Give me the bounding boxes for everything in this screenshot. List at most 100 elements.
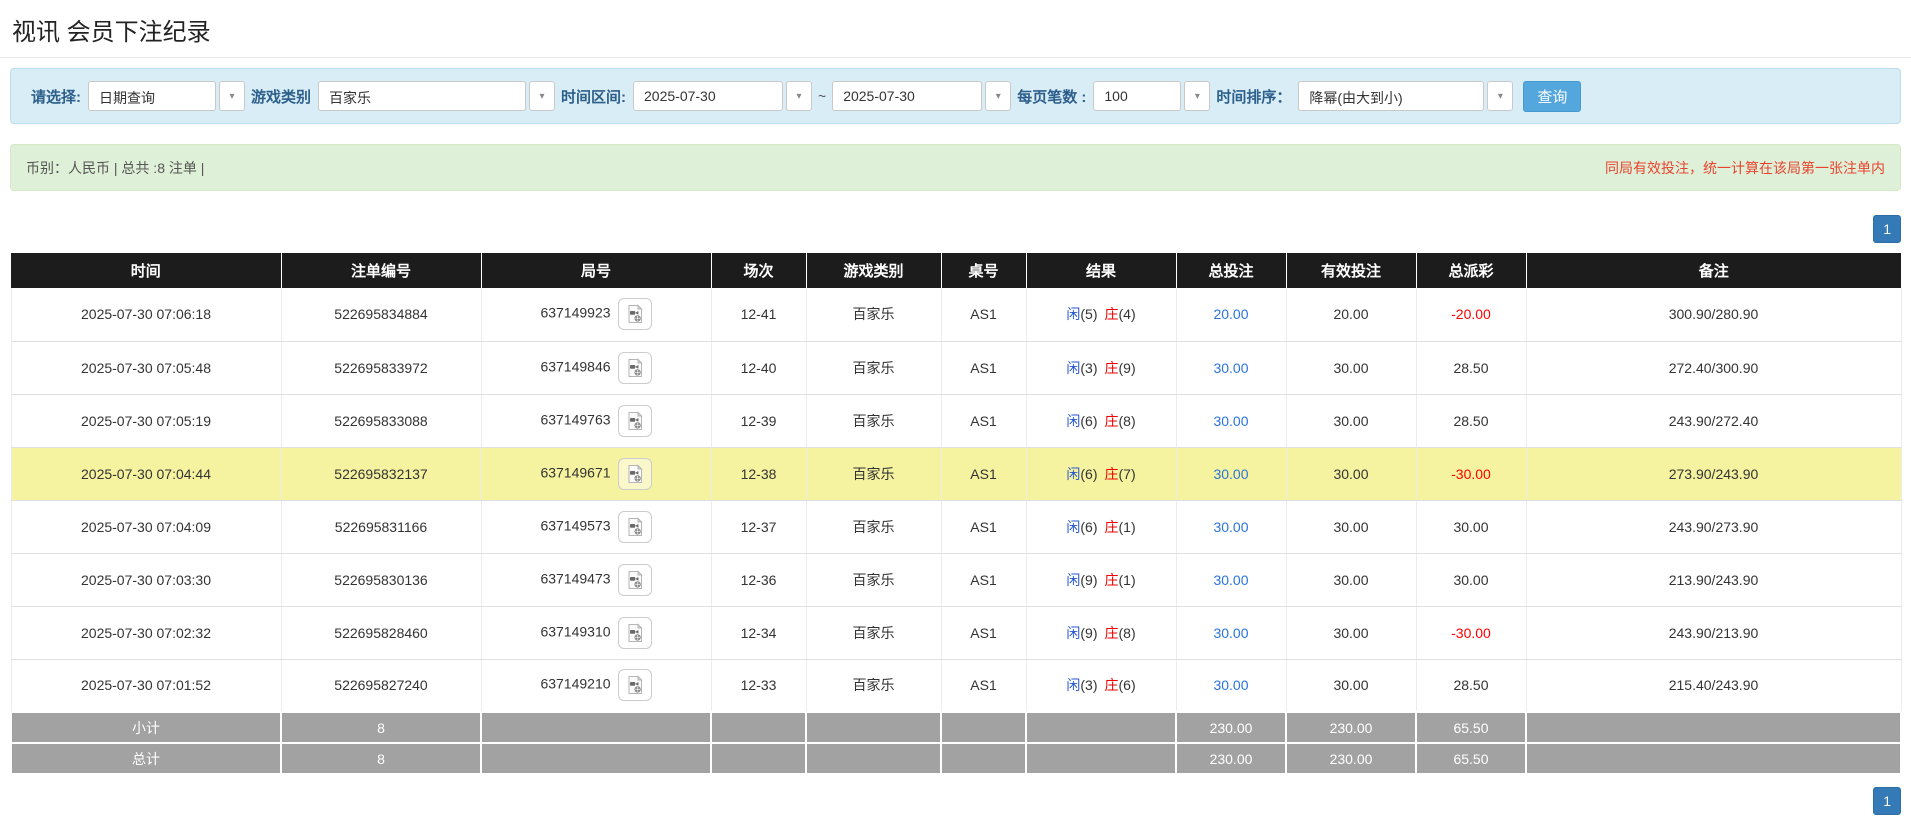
page-1-button[interactable]: 1 [1873,787,1901,815]
cell-time: 2025-07-30 07:05:19 [11,394,281,447]
cell-total-bet: 30.00 [1176,394,1286,447]
video-file-icon [625,517,645,537]
page-1-button[interactable]: 1 [1873,215,1901,243]
total-bet-link[interactable]: 30.00 [1213,413,1248,429]
sort-order-label: 时间排序： [1216,86,1291,107]
banker-points: (1) [1119,572,1136,588]
cell-game-type: 百家乐 [806,606,941,659]
banker-points: (8) [1119,413,1136,429]
search-button[interactable]: 查询 [1523,81,1581,112]
cell-bet-id: 522695830136 [281,553,481,606]
player-label: 闲 [1066,360,1080,376]
cell-session: 12-33 [711,659,806,712]
chevron-down-icon[interactable]: ▾ [1184,81,1210,111]
cell-bet-id: 522695834884 [281,288,481,341]
total-bet-link[interactable]: 30.00 [1213,466,1248,482]
video-replay-button[interactable] [618,564,652,596]
cell-valid-bet: 30.00 [1286,553,1416,606]
cell-time: 2025-07-30 07:02:32 [11,606,281,659]
video-replay-button[interactable] [618,352,652,384]
total-bet-link[interactable]: 30.00 [1213,625,1248,641]
game-type-select[interactable]: 百家乐 ▾ [318,81,555,111]
player-label: 闲 [1066,625,1080,641]
video-replay-button[interactable] [618,669,652,701]
cell-round-id: 637149573 [481,500,711,553]
cell-result: 闲(3)庄(9) [1026,341,1176,394]
pagination-bottom: 1 [10,787,1901,815]
total-bet-link[interactable]: 30.00 [1213,572,1248,588]
table-row: 2025-07-30 07:01:52 522695827240 6371492… [11,659,1901,712]
cell-remark: 243.90/272.40 [1526,394,1901,447]
cell-time: 2025-07-30 07:06:18 [11,288,281,341]
video-replay-button[interactable] [618,298,652,330]
video-file-icon [625,304,645,324]
cell-bet-id: 522695832137 [281,447,481,500]
chevron-down-icon[interactable]: ▾ [1487,81,1513,111]
banker-points: (1) [1119,519,1136,535]
total-bet-link[interactable]: 30.00 [1213,360,1248,376]
video-replay-button[interactable] [618,511,652,543]
cell-result: 闲(6)庄(1) [1026,500,1176,553]
video-replay-button[interactable] [618,617,652,649]
sort-order-value: 降幂(由大到小) [1298,81,1484,111]
cell-valid-bet: 30.00 [1286,394,1416,447]
cell-game-type: 百家乐 [806,500,941,553]
cell-result: 闲(9)庄(1) [1026,553,1176,606]
page-size-select[interactable]: 100 ▾ [1093,81,1210,111]
total-count: 8 [281,743,481,774]
total-bet-link[interactable]: 30.00 [1213,519,1248,535]
query-type-select[interactable]: 日期查询 ▾ [88,81,245,111]
video-replay-button[interactable] [618,405,652,437]
col-table-no: 桌号 [941,253,1026,288]
page-size-value: 100 [1093,81,1181,111]
cell-bet-id: 522695833088 [281,394,481,447]
chevron-down-icon[interactable]: ▾ [219,81,245,111]
total-bet-link[interactable]: 20.00 [1213,306,1248,322]
cell-round-id: 637149671 [481,447,711,500]
col-total-bet: 总投注 [1176,253,1286,288]
payout-value: 28.50 [1453,677,1488,693]
cell-result: 闲(6)庄(8) [1026,394,1176,447]
total-label: 总计 [11,743,281,774]
banker-label: 庄 [1105,413,1119,429]
payout-value: 28.50 [1453,360,1488,376]
cell-valid-bet: 30.00 [1286,606,1416,659]
payout-value: -30.00 [1451,625,1491,641]
banker-points: (7) [1119,466,1136,482]
total-bet-link[interactable]: 30.00 [1213,677,1248,693]
banker-label: 庄 [1105,677,1119,693]
date-from-select[interactable]: 2025-07-30 ▾ [633,81,812,111]
video-replay-button[interactable] [618,458,652,490]
cell-game-type: 百家乐 [806,553,941,606]
player-points: (9) [1080,572,1097,588]
time-range-label: 时间区间: [561,86,626,107]
table-row: 2025-07-30 07:04:44 522695832137 6371496… [11,447,1901,500]
player-label: 闲 [1066,677,1080,693]
table-row: 2025-07-30 07:05:48 522695833972 6371498… [11,341,1901,394]
table-row: 2025-07-30 07:04:09 522695831166 6371495… [11,500,1901,553]
date-to-select[interactable]: 2025-07-30 ▾ [832,81,1011,111]
cell-payout: 30.00 [1416,553,1526,606]
round-id-text: 637149210 [540,676,610,692]
col-payout: 总派彩 [1416,253,1526,288]
chevron-down-icon[interactable]: ▾ [529,81,555,111]
player-points: (6) [1080,466,1097,482]
banker-points: (8) [1119,625,1136,641]
cell-remark: 300.90/280.90 [1526,288,1901,341]
chevron-down-icon[interactable]: ▾ [985,81,1011,111]
cell-session: 12-41 [711,288,806,341]
cell-time: 2025-07-30 07:03:30 [11,553,281,606]
cell-session: 12-38 [711,447,806,500]
banker-label: 庄 [1105,519,1119,535]
cell-session: 12-40 [711,341,806,394]
subtotal-total-bet: 230.00 [1176,712,1286,743]
cell-time: 2025-07-30 07:04:44 [11,447,281,500]
player-points: (3) [1080,677,1097,693]
cell-payout: -20.00 [1416,288,1526,341]
cell-game-type: 百家乐 [806,341,941,394]
chevron-down-icon[interactable]: ▾ [786,81,812,111]
cell-session: 12-36 [711,553,806,606]
round-id-text: 637149763 [540,411,610,427]
round-id-text: 637149671 [540,464,610,480]
sort-order-select[interactable]: 降幂(由大到小) ▾ [1298,81,1513,111]
